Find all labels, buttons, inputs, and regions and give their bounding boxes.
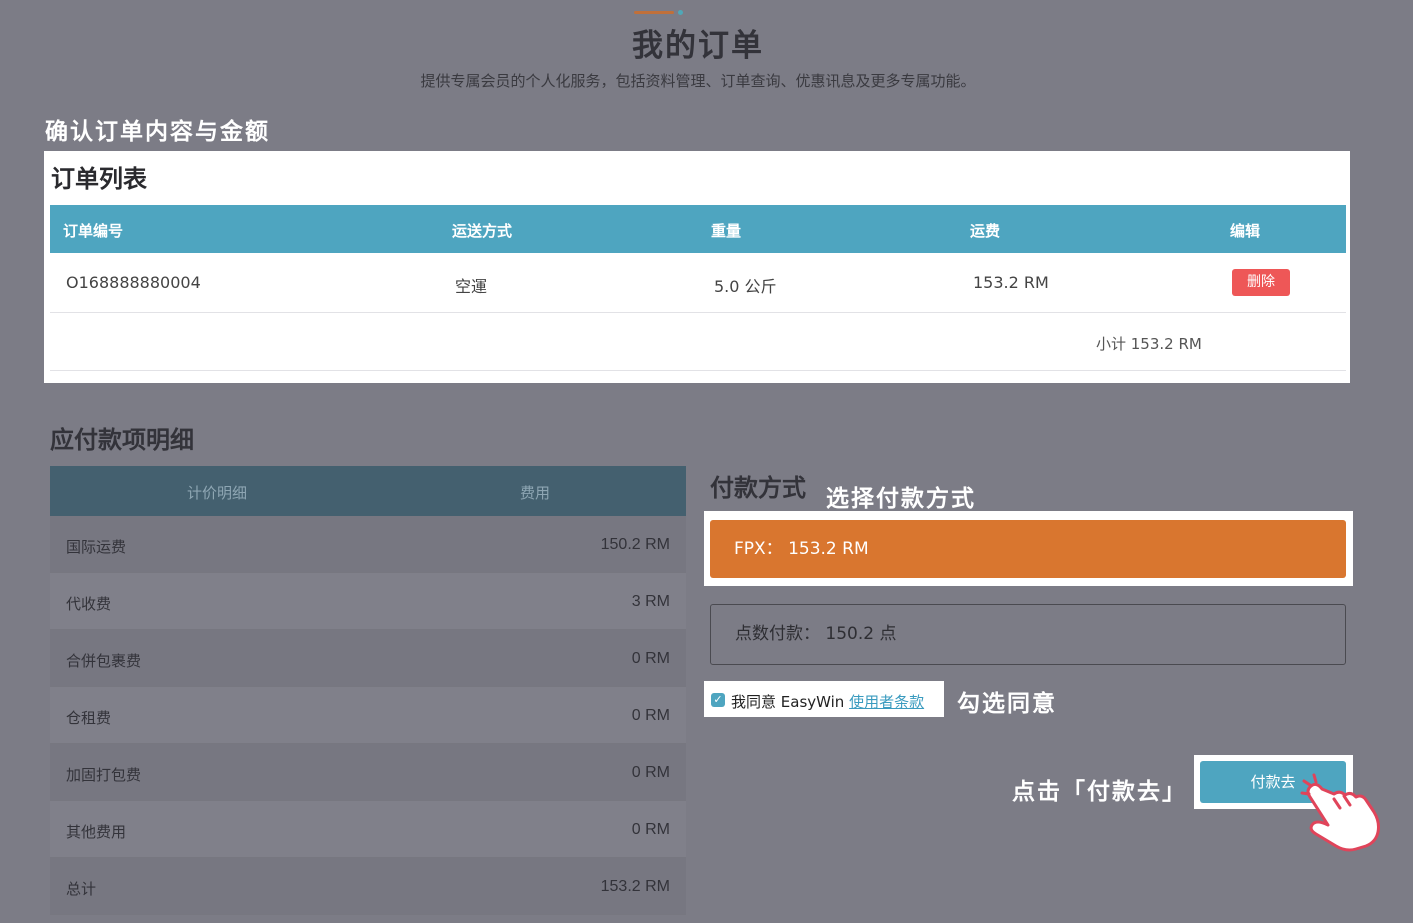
fee-value: 150.2 RM bbox=[600, 536, 670, 553]
fee-table: 计价明细 费用 国际运费 150.2 RM 代收费 3 RM 合併包裹费 0 RM 仓租费 0… bbox=[50, 466, 686, 915]
fee-value: 0 RM bbox=[631, 764, 670, 781]
agree-checkbox[interactable]: ✓ bbox=[711, 693, 725, 707]
fpx-highlight: FPX： 153.2 RM bbox=[704, 511, 1353, 586]
order-number: O168888880004 bbox=[66, 273, 201, 292]
table-row: 仓租费 0 RM bbox=[50, 687, 686, 744]
table-row: 总计 153.2 RM bbox=[50, 858, 686, 915]
fee-table-header: 计价明细 费用 bbox=[50, 466, 686, 516]
fpx-payment-option[interactable]: FPX： 153.2 RM bbox=[710, 520, 1346, 578]
fee-value: 0 RM bbox=[631, 650, 670, 667]
col-cost: 费用 bbox=[520, 484, 551, 502]
annotation-select-payment: 选择付款方式 bbox=[826, 486, 976, 512]
shipping-fee: 153.2 RM bbox=[973, 273, 1049, 292]
annotation-click-pay: 点击「付款去」 bbox=[1012, 779, 1187, 805]
fee-label: 合併包裹费 bbox=[66, 652, 142, 670]
fee-value: 3 RM bbox=[631, 593, 670, 610]
fee-value: 153.2 RM bbox=[600, 878, 670, 895]
fee-label: 其他费用 bbox=[66, 823, 127, 841]
agree-terms: ✓ 我同意 EasyWin 使用者条款 bbox=[704, 681, 944, 717]
table-row: 其他费用 0 RM bbox=[50, 801, 686, 858]
annotation-confirm: 确认订单内容与金额 bbox=[45, 119, 270, 145]
table-row: 国际运费 150.2 RM bbox=[50, 516, 686, 573]
agree-text: 我同意 EasyWin bbox=[731, 693, 850, 711]
col-edit: 编辑 bbox=[1230, 222, 1261, 240]
title-decoration bbox=[634, 10, 683, 16]
fee-value: 0 RM bbox=[631, 707, 670, 724]
terms-link[interactable]: 使用者条款 bbox=[849, 693, 924, 711]
fee-label: 总计 bbox=[66, 880, 97, 898]
table-row: 合併包裹费 0 RM bbox=[50, 630, 686, 687]
table-row: 代收费 3 RM bbox=[50, 573, 686, 630]
order-list-panel: 订单列表 订单编号 运送方式 重量 运费 编辑 O168888880004 空運… bbox=[44, 151, 1350, 383]
col-shipping: 运送方式 bbox=[452, 222, 513, 240]
order-table-header: 订单编号 运送方式 重量 运费 编辑 bbox=[50, 205, 1346, 253]
col-weight: 重量 bbox=[711, 222, 742, 240]
shipping-method: 空運 bbox=[455, 277, 488, 296]
fee-value: 0 RM bbox=[631, 821, 670, 838]
order-table: 订单编号 运送方式 重量 运费 编辑 O168888880004 空運 5.0 … bbox=[50, 205, 1346, 371]
page-subtitle: 提供专属会员的个人化服务，包括资料管理、订单查询、优惠讯息及更多专属功能。 bbox=[420, 72, 976, 90]
order-weight: 5.0 公斤 bbox=[714, 277, 777, 296]
col-order-no: 订单编号 bbox=[63, 222, 124, 240]
table-row: 加固打包费 0 RM bbox=[50, 744, 686, 801]
fee-label: 国际运费 bbox=[66, 538, 127, 556]
col-price-detail: 计价明细 bbox=[187, 484, 248, 502]
order-list-title: 订单列表 bbox=[51, 165, 147, 193]
page-title: 我的订单 bbox=[632, 28, 764, 64]
col-fee: 运费 bbox=[970, 222, 1001, 240]
delete-button[interactable]: 删除 bbox=[1232, 269, 1290, 296]
points-payment-option[interactable]: 点数付款： 150.2 点 bbox=[710, 604, 1346, 665]
subtotal: 小计 153.2 RM bbox=[1096, 335, 1202, 353]
fee-label: 仓租费 bbox=[66, 709, 112, 727]
fee-label: 加固打包费 bbox=[66, 766, 142, 784]
fee-label: 代收费 bbox=[66, 595, 112, 613]
agree-label: 我同意 EasyWin 使用者条款 bbox=[731, 691, 924, 712]
subtotal-row: 小计 153.2 RM bbox=[50, 313, 1346, 371]
payment-method-title: 付款方式 bbox=[710, 474, 806, 502]
annotation-check-agree: 勾选同意 bbox=[957, 691, 1057, 717]
table-row: O168888880004 空運 5.0 公斤 153.2 RM 删除 bbox=[50, 253, 1346, 313]
hand-pointer-icon bbox=[1300, 773, 1380, 852]
payable-title: 应付款项明细 bbox=[50, 426, 194, 454]
